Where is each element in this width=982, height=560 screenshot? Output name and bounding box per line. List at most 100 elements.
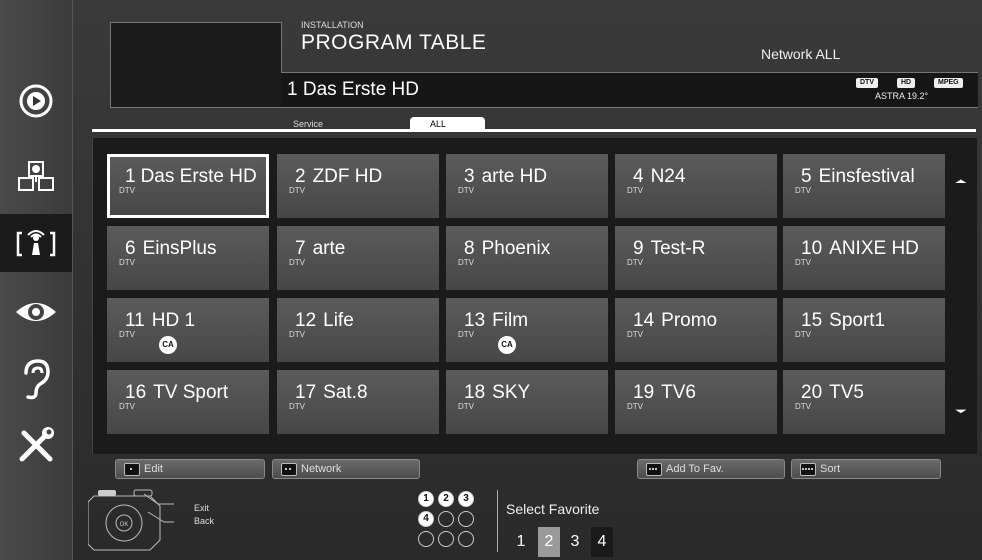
channel-tile[interactable]: 19 TV6 DTV bbox=[615, 370, 777, 434]
channel-number-name: 18 SKY bbox=[464, 382, 531, 403]
favorite-4-button[interactable]: 4 bbox=[591, 527, 613, 557]
favorite-2-button[interactable]: 2 bbox=[538, 527, 560, 557]
channel-type: DTV bbox=[458, 402, 474, 411]
channel-tile[interactable]: 18 SKY DTV bbox=[446, 370, 608, 434]
channel-tile[interactable]: 11 HD 1 DTV CA bbox=[107, 298, 269, 362]
channel-tile[interactable]: 4 N24 DTV bbox=[615, 154, 777, 218]
channel-tile[interactable]: 9 Test-R DTV bbox=[615, 226, 777, 290]
channel-number-name: 12 Life bbox=[295, 310, 354, 331]
channel-number-name: 7 arte bbox=[295, 238, 346, 259]
number-key-circle: 2 bbox=[438, 491, 454, 507]
number-key-circle bbox=[438, 531, 454, 547]
channel-number-name: 19 TV6 bbox=[633, 382, 696, 403]
channel-type: DTV bbox=[627, 186, 643, 195]
channel-type: DTV bbox=[627, 402, 643, 411]
channel-number-name: 17 Sat.8 bbox=[295, 382, 368, 403]
channel-number-name: 10 ANIXE HD bbox=[801, 238, 919, 259]
key-four-dot-icon bbox=[800, 463, 816, 476]
ca-encrypted-icon: CA bbox=[159, 336, 177, 354]
channel-number-name: 11 HD 1 bbox=[125, 310, 196, 331]
sidebar-item-media[interactable] bbox=[0, 72, 72, 130]
channel-tile[interactable]: 6 EinsPlus DTV bbox=[107, 226, 269, 290]
channel-number-name: 16 TV Sport bbox=[125, 382, 229, 403]
channel-tile[interactable]: 16 TV Sport DTV bbox=[107, 370, 269, 434]
sidebar-item-installation[interactable] bbox=[0, 214, 72, 272]
page-title: PROGRAM TABLE bbox=[301, 31, 487, 54]
channel-tile[interactable]: 8 Phoenix DTV bbox=[446, 226, 608, 290]
channel-tile[interactable]: 13 Film DTV CA bbox=[446, 298, 608, 362]
channel-number-name: 5 Einsfestival bbox=[801, 166, 915, 187]
tab-underline bbox=[92, 129, 976, 132]
scroll-up-arrow[interactable]: ▲ bbox=[951, 178, 970, 185]
satellite-label: ASTRA 19.2° bbox=[875, 91, 929, 101]
badge-hd: HD bbox=[897, 78, 916, 88]
channel-tile[interactable]: 1 Das Erste HD DTV bbox=[107, 154, 269, 218]
channel-tile[interactable]: 12 Life DTV bbox=[277, 298, 439, 362]
channel-number-name: 20 TV5 bbox=[801, 382, 864, 403]
exit-label: Exit bbox=[194, 503, 210, 513]
channel-tile[interactable]: 20 TV5 DTV bbox=[783, 370, 945, 434]
current-channel-name: 1 Das Erste HD bbox=[287, 79, 419, 100]
sort-button[interactable]: Sort bbox=[791, 459, 941, 479]
channel-tile[interactable]: 10 ANIXE HD DTV bbox=[783, 226, 945, 290]
badge-dtv: DTV bbox=[856, 78, 878, 88]
channel-tile[interactable]: 5 Einsfestival DTV bbox=[783, 154, 945, 218]
number-key-circle: 3 bbox=[458, 491, 474, 507]
channel-type: DTV bbox=[795, 402, 811, 411]
channel-type: DTV bbox=[289, 258, 305, 267]
scroll-down-arrow[interactable]: ▼ bbox=[951, 408, 970, 415]
number-key-circle bbox=[438, 511, 454, 527]
network-button[interactable]: Network bbox=[272, 459, 420, 479]
divider bbox=[497, 490, 498, 552]
channel-number-name: 14 Promo bbox=[633, 310, 718, 331]
number-key-circle: 1 bbox=[418, 491, 434, 507]
sidebar-item-sound[interactable] bbox=[0, 350, 72, 408]
channel-tile[interactable]: 17 Sat.8 DTV bbox=[277, 370, 439, 434]
edit-button[interactable]: Edit bbox=[115, 459, 265, 479]
number-key-circle bbox=[458, 531, 474, 547]
channel-type: DTV bbox=[795, 330, 811, 339]
sidebar-item-tools[interactable] bbox=[0, 416, 72, 474]
channel-number-name: 13 Film bbox=[464, 310, 529, 331]
channel-number-name: 8 Phoenix bbox=[464, 238, 551, 259]
favorite-1-button[interactable]: 1 bbox=[510, 527, 532, 557]
network-label: Network ALL bbox=[761, 46, 841, 62]
favorite-3-button[interactable]: 3 bbox=[564, 527, 586, 557]
select-favorite-label: Select Favorite bbox=[506, 501, 600, 517]
channel-number-name: 4 N24 bbox=[633, 166, 686, 187]
channel-tile[interactable]: 2 ZDF HD DTV bbox=[277, 154, 439, 218]
channel-type: DTV bbox=[795, 186, 811, 195]
add-to-fav-button[interactable]: Add To Fav. bbox=[637, 459, 785, 479]
sidebar-item-source[interactable] bbox=[0, 147, 72, 205]
number-key-circle: 4 bbox=[418, 511, 434, 527]
channel-type: DTV bbox=[289, 330, 305, 339]
number-key-circle bbox=[418, 531, 434, 547]
tv-program-table-screen: INSTALLATION PROGRAM TABLE Network ALL 1… bbox=[0, 0, 982, 560]
remote-navigation-icon: OK bbox=[88, 489, 174, 551]
channel-type: DTV bbox=[458, 186, 474, 195]
channel-type: DTV bbox=[627, 258, 643, 267]
channel-type: DTV bbox=[119, 186, 135, 195]
channel-type: DTV bbox=[795, 258, 811, 267]
tv-preview-window bbox=[110, 22, 282, 108]
header: INSTALLATION PROGRAM TABLE Network ALL 1… bbox=[281, 8, 978, 108]
channel-number-name: 3 arte HD bbox=[464, 166, 548, 187]
channel-tile[interactable]: 15 Sport1 DTV bbox=[783, 298, 945, 362]
channel-tile[interactable]: 14 Promo DTV bbox=[615, 298, 777, 362]
channel-type: DTV bbox=[119, 258, 135, 267]
installation-icon bbox=[16, 230, 56, 257]
channel-tile[interactable]: 7 arte DTV bbox=[277, 226, 439, 290]
channel-type: DTV bbox=[119, 330, 135, 339]
badge-mpeg: MPEG bbox=[934, 78, 963, 88]
channel-type: DTV bbox=[458, 330, 474, 339]
network-source-icon bbox=[18, 161, 54, 191]
channel-type: DTV bbox=[119, 402, 135, 411]
channel-number-name: 6 EinsPlus bbox=[125, 238, 217, 259]
channel-number-name: 2 ZDF HD bbox=[295, 166, 383, 187]
key-one-dot-icon bbox=[124, 463, 140, 476]
sidebar bbox=[0, 0, 73, 560]
sidebar-item-picture[interactable] bbox=[0, 283, 72, 341]
tools-icon bbox=[19, 427, 54, 462]
channel-tile[interactable]: 3 arte HD DTV bbox=[446, 154, 608, 218]
number-key-circle bbox=[458, 511, 474, 527]
